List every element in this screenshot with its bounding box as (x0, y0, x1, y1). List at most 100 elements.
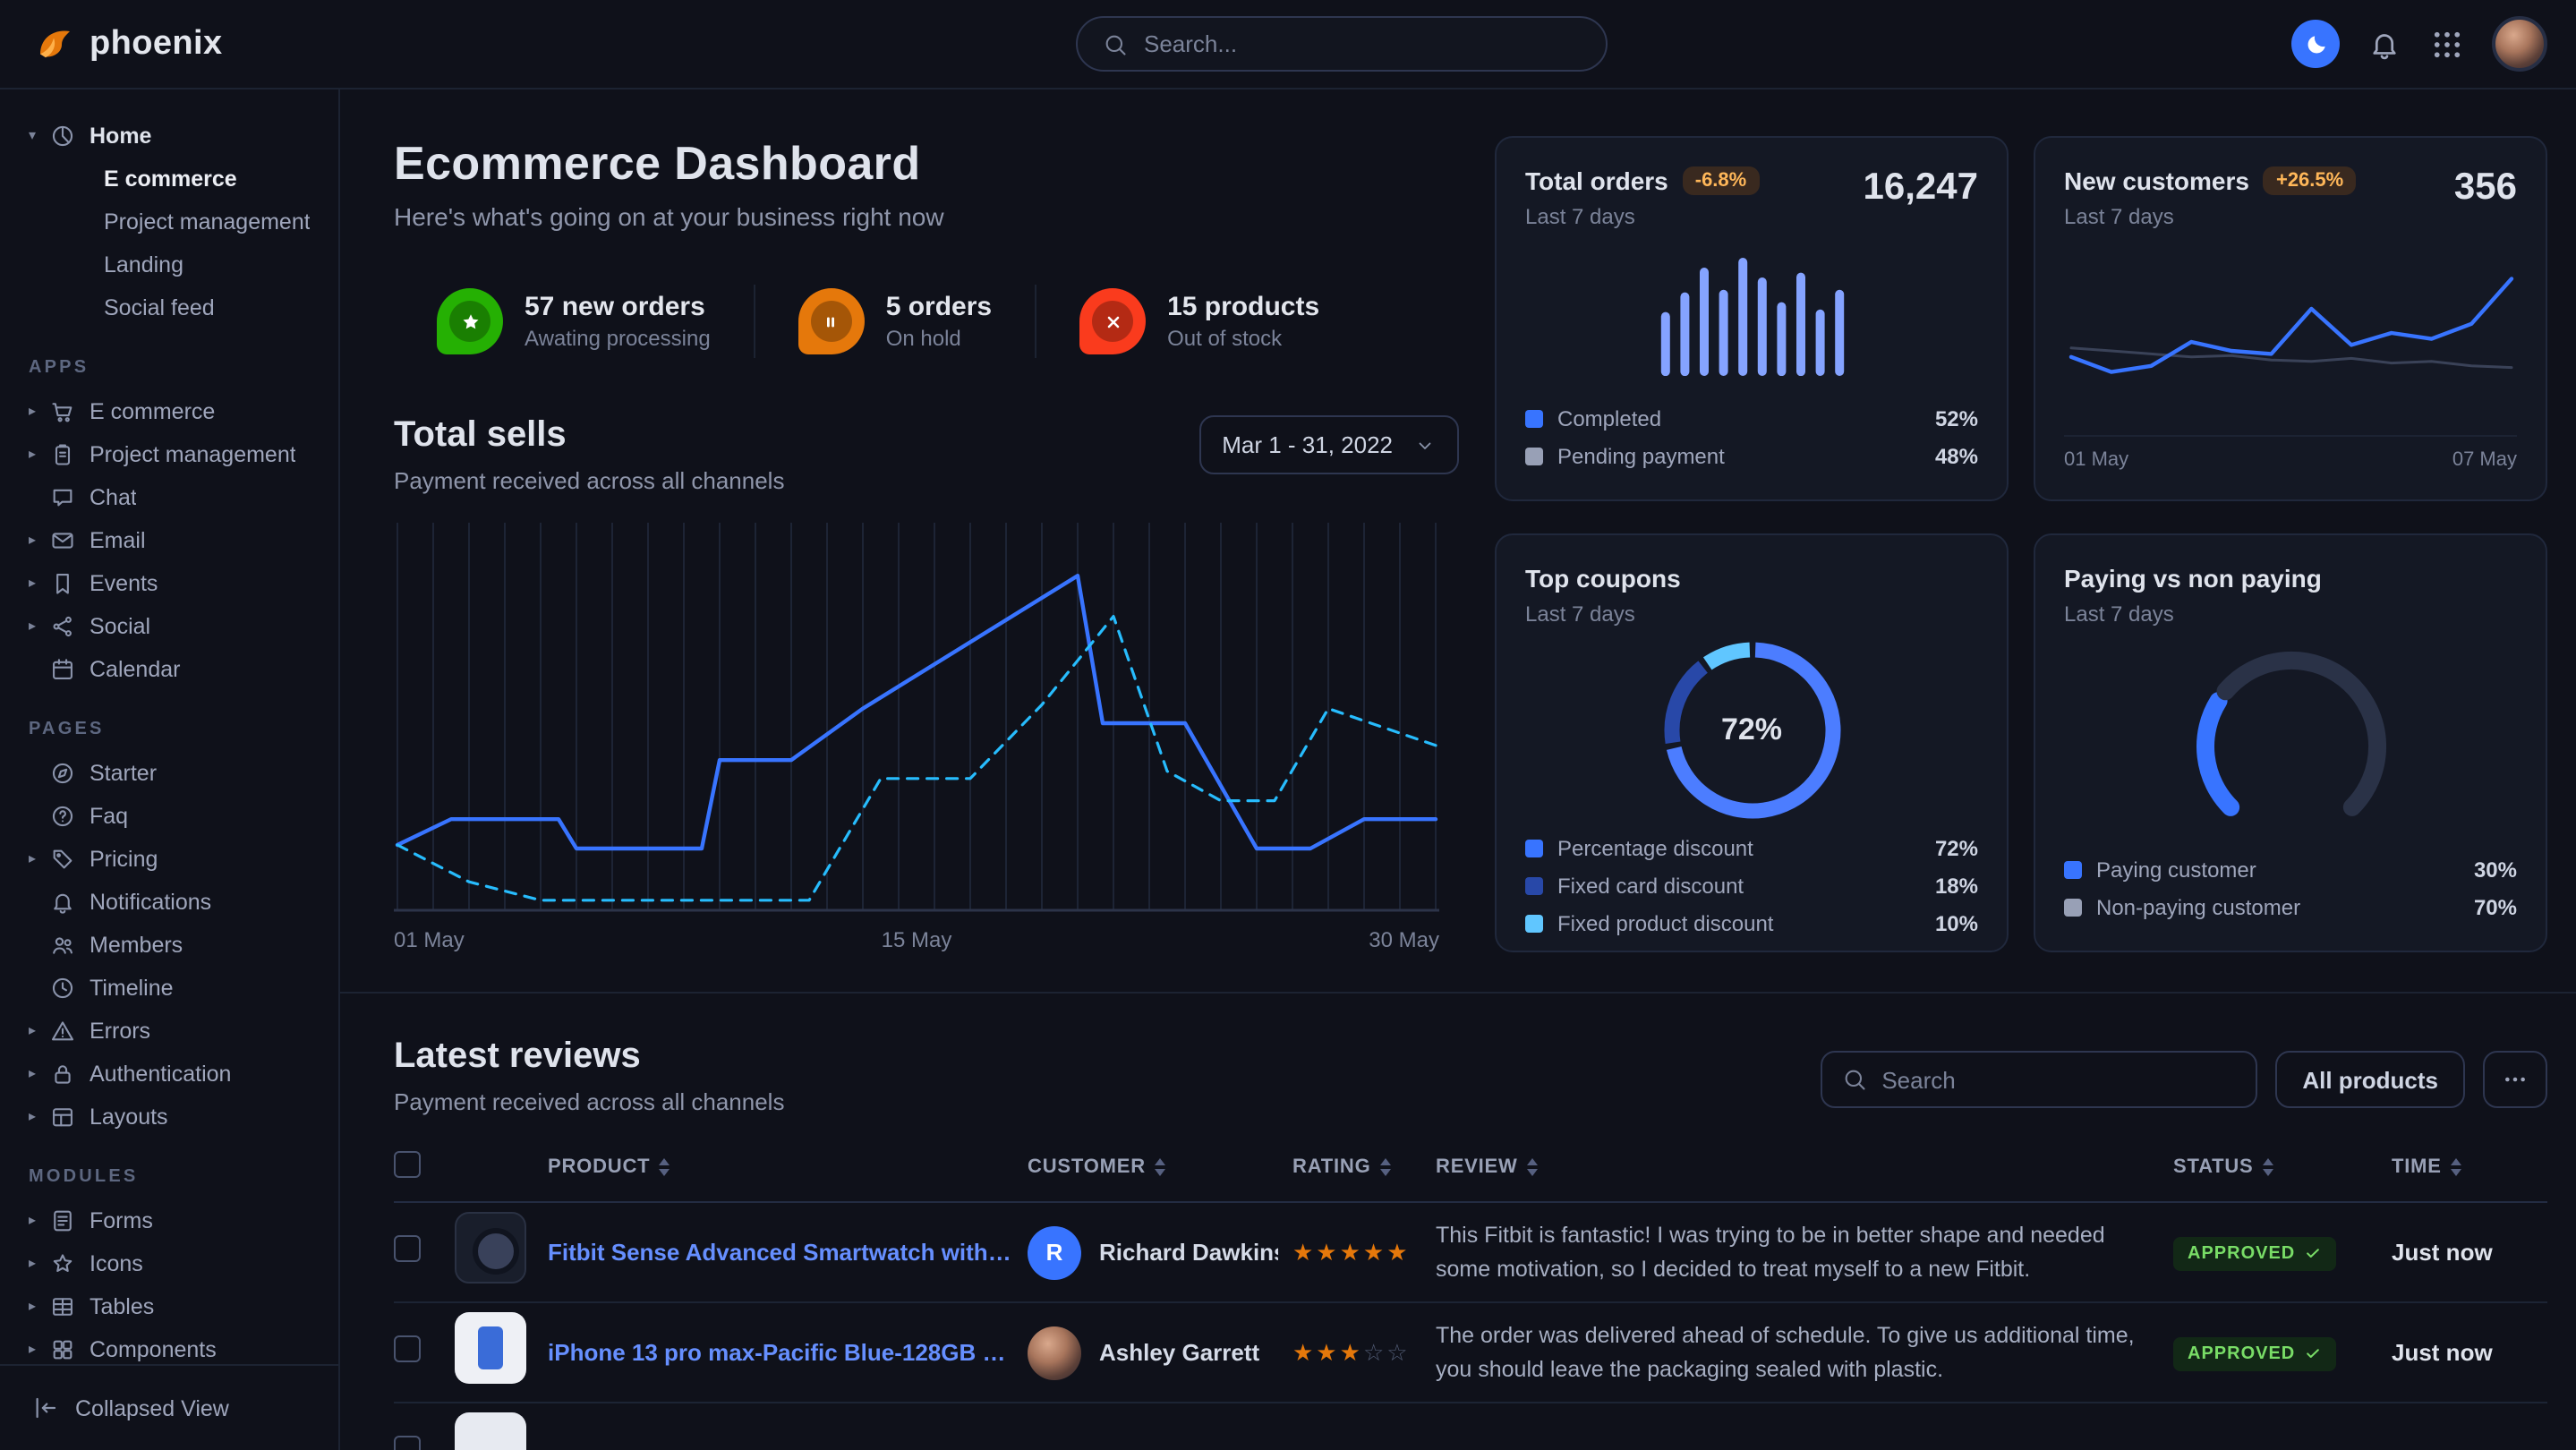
sidebar-item-label: Tables (90, 1294, 154, 1319)
sidebar-item[interactable]: ▸ Components (0, 1328, 338, 1364)
all-products-button[interactable]: All products (2275, 1051, 2465, 1108)
sidebar-item[interactable]: ▸ E commerce (0, 390, 338, 433)
select-all-checkbox[interactable] (394, 1151, 421, 1178)
global-search[interactable] (1076, 16, 1608, 72)
row-checkbox[interactable] (394, 1335, 421, 1361)
review-row: Fitbit Sense Advanced Smartwatch with To… (394, 1202, 2547, 1302)
apps-menu-button[interactable] (2429, 26, 2465, 62)
stat-value: 57 new orders (525, 292, 711, 322)
sort-icon[interactable] (659, 1158, 670, 1176)
caret-icon: ▸ (29, 1110, 50, 1124)
sidebar-subitem[interactable]: E commerce (0, 158, 338, 200)
sidebar-item[interactable]: ▸ Social (0, 605, 338, 648)
stat-caption: Awating processing (525, 326, 711, 351)
sidebar-item-label: Starter (90, 761, 157, 786)
sidebar-item[interactable]: ▸ Authentication (0, 1053, 338, 1096)
product-image[interactable] (455, 1212, 526, 1284)
sidebar-item[interactable]: ▸ Layouts (0, 1096, 338, 1139)
sidebar-item[interactable]: ▸ Forms (0, 1199, 338, 1242)
sidebar-item[interactable]: ▸ Email (0, 519, 338, 562)
legend-label: Paying customer (2096, 856, 2256, 884)
product-image[interactable] (455, 1312, 526, 1384)
sidebar: ▾ Home E commerce Project management Lan… (0, 90, 340, 1450)
caret-icon: ▸ (29, 533, 50, 548)
sidebar-subitem[interactable]: Landing (0, 243, 338, 286)
caret-icon: ▸ (29, 448, 50, 462)
legend-label: Fixed product discount (1557, 909, 1773, 938)
review-text: The order was delivered ahead of schedul… (1436, 1320, 2159, 1386)
product-image[interactable] (455, 1412, 526, 1450)
column-header-customer[interactable]: CUSTOMER (1028, 1156, 1146, 1178)
dashboard-cards: Total orders -6.8% Last 7 days 16,247 Co… (1495, 136, 2547, 992)
sidebar-item[interactable]: Members (0, 924, 338, 967)
column-header-time[interactable]: TIME (2392, 1156, 2442, 1178)
card-title: Top coupons (1525, 564, 1681, 593)
cart-icon (50, 399, 75, 424)
sidebar-item-label: Calendar (90, 657, 180, 682)
quick-stats: 57 new orders Awating processing 5 order… (394, 285, 1459, 358)
sidebar-item[interactable]: Chat (0, 476, 338, 519)
column-header-product[interactable]: PRODUCT (548, 1156, 650, 1178)
sidebar-item[interactable]: Faq (0, 795, 338, 838)
sidebar-section-apps: ▸ E commerce ▸ Project management Chat (0, 390, 338, 691)
sidebar-item-label: Components (90, 1337, 217, 1362)
sort-icon[interactable] (1155, 1158, 1165, 1176)
product-link[interactable]: iPhone 13 pro max-Pacific Blue-128GB sto… (548, 1339, 1013, 1366)
sidebar-item[interactable]: Starter (0, 752, 338, 795)
reviews-subtitle: Payment received across all channels (394, 1088, 784, 1115)
caret-icon: ▸ (29, 852, 50, 866)
sidebar-collapse-toggle[interactable]: Collapsed View (0, 1364, 338, 1450)
user-avatar[interactable] (2492, 16, 2547, 72)
sidebar-item-home[interactable]: ▾ Home (0, 115, 338, 158)
sidebar-item[interactable]: ▸ Project management (0, 433, 338, 476)
theme-toggle-button[interactable] (2291, 20, 2340, 68)
layout-icon (50, 1105, 75, 1130)
sidebar-item[interactable]: ▸ Pricing (0, 838, 338, 881)
sidebar-item[interactable]: ▸ Events (0, 562, 338, 605)
grid-icon (2431, 28, 2463, 60)
legend-label: Fixed card discount (1557, 872, 1744, 900)
rating-stars: ★★★★★ (1292, 1238, 1411, 1265)
puzzle-icon (50, 1337, 75, 1362)
brand[interactable]: phoenix (32, 22, 223, 65)
sidebar-item-label: Members (90, 933, 183, 958)
sidebar-subitem[interactable]: Social feed (0, 286, 338, 329)
coupons-donut: 72% (1662, 641, 1841, 820)
legend-row: Completed 52% (1525, 405, 1978, 433)
legend-value: 18% (1935, 872, 1978, 900)
alert-icon (50, 1019, 75, 1044)
sidebar-item[interactable]: ▸ Tables (0, 1285, 338, 1328)
reviews-search[interactable] (1821, 1051, 2257, 1108)
reviews-table: PRODUCT CUSTOMER RATING REVIEW STATUS TI… (394, 1151, 2547, 1450)
tag-icon (50, 847, 75, 872)
legend-row: Fixed product discount 10% (1525, 909, 1978, 938)
sidebar-item[interactable]: Timeline (0, 967, 338, 1010)
more-options-button[interactable] (2483, 1051, 2547, 1108)
notifications-button[interactable] (2367, 26, 2402, 62)
date-range-select[interactable]: Mar 1 - 31, 2022 (1198, 415, 1459, 474)
global-search-input[interactable] (1144, 30, 1581, 57)
sidebar-item[interactable]: ▸ Icons (0, 1242, 338, 1285)
sort-icon[interactable] (2263, 1158, 2273, 1176)
column-header-rating[interactable]: RATING (1292, 1156, 1371, 1178)
sort-icon[interactable] (1380, 1158, 1391, 1176)
sort-icon[interactable] (1527, 1158, 1538, 1176)
sidebar-subitem[interactable]: Project management (0, 200, 338, 243)
legend-label: Pending payment (1557, 442, 1725, 471)
date-range-value: Mar 1 - 31, 2022 (1222, 431, 1393, 458)
reviews-search-input[interactable] (1881, 1066, 2236, 1093)
row-checkbox[interactable] (394, 1234, 421, 1261)
sidebar-item[interactable]: Calendar (0, 648, 338, 691)
sidebar-item[interactable]: Notifications (0, 881, 338, 924)
dashboard-left-column: Ecommerce Dashboard Here's what's going … (394, 136, 1459, 992)
sidebar-item[interactable]: ▸ Errors (0, 1010, 338, 1053)
row-checkbox[interactable] (394, 1435, 421, 1450)
sort-icon[interactable] (2451, 1158, 2461, 1176)
caret-icon: ▸ (29, 1214, 50, 1228)
product-link[interactable]: Fitbit Sense Advanced Smartwatch with To… (548, 1239, 1013, 1266)
sidebar-item-label: Home (90, 124, 151, 149)
column-header-review[interactable]: REVIEW (1436, 1156, 1518, 1178)
review-time: Just now (2392, 1238, 2493, 1265)
total-sells-chart (394, 523, 1439, 913)
column-header-status[interactable]: STATUS (2173, 1156, 2254, 1178)
